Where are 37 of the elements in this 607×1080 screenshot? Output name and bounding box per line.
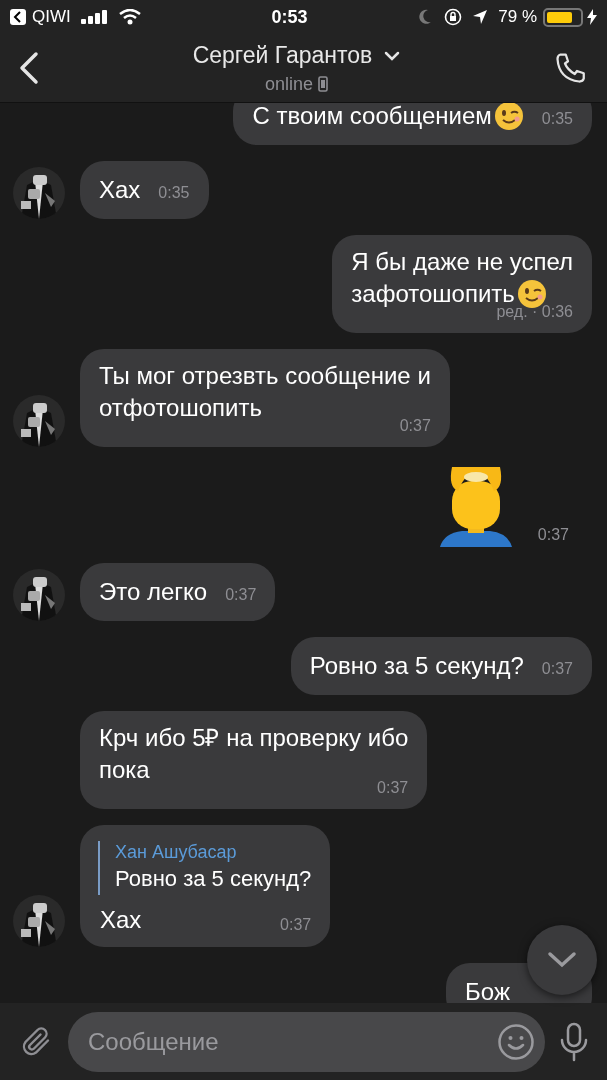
rotation-lock-icon: [444, 8, 463, 26]
message-time: 0:37: [399, 417, 431, 435]
back-icon[interactable]: [18, 51, 40, 85]
message-text: Это легко: [99, 577, 208, 607]
battery-icon: [543, 7, 583, 27]
microphone-icon[interactable]: [559, 1021, 589, 1062]
emoji-icon[interactable]: [497, 1022, 535, 1061]
message-input[interactable]: Сообщение: [68, 1011, 545, 1072]
charging-icon: [587, 9, 597, 25]
wifi-icon: [118, 9, 141, 25]
moon-icon: [418, 9, 433, 25]
signal-icon: [80, 10, 109, 24]
clock: 0:53: [271, 5, 308, 29]
message-time: 0:37: [225, 585, 257, 605]
message-text: Хах: [100, 905, 142, 935]
message-time: 0:35: [541, 109, 573, 129]
location-icon: [472, 9, 489, 25]
chevron-down-icon: [384, 50, 401, 61]
back-app-icon[interactable]: [10, 9, 26, 25]
message-text: С твоим сообщением: [252, 103, 524, 133]
chevron-down-icon: [547, 951, 577, 969]
presence-status: online: [264, 72, 313, 96]
quote-text: Ровно за 5 секунд?: [115, 865, 312, 893]
message-time: 0:37: [537, 525, 569, 545]
message-time: 0:37: [541, 659, 573, 679]
contact-title[interactable]: Сергей Гарантов: [192, 38, 401, 73]
message-text: Бож: [465, 977, 510, 1003]
head-massage-sticker-icon: [437, 467, 514, 547]
message-time: 0:37: [280, 915, 312, 935]
message-time: 0:37: [377, 779, 409, 797]
message-time: 0:35: [158, 183, 190, 203]
battery-percentage: 79 %: [498, 6, 537, 29]
message-text: Хах: [99, 175, 141, 205]
back-app-label[interactable]: QIWI: [32, 4, 71, 30]
quote-author: Хан Ашубасар: [115, 841, 238, 863]
phone-device-icon: [318, 76, 328, 93]
message-text: Ровно за 5 секунд?: [309, 651, 524, 681]
